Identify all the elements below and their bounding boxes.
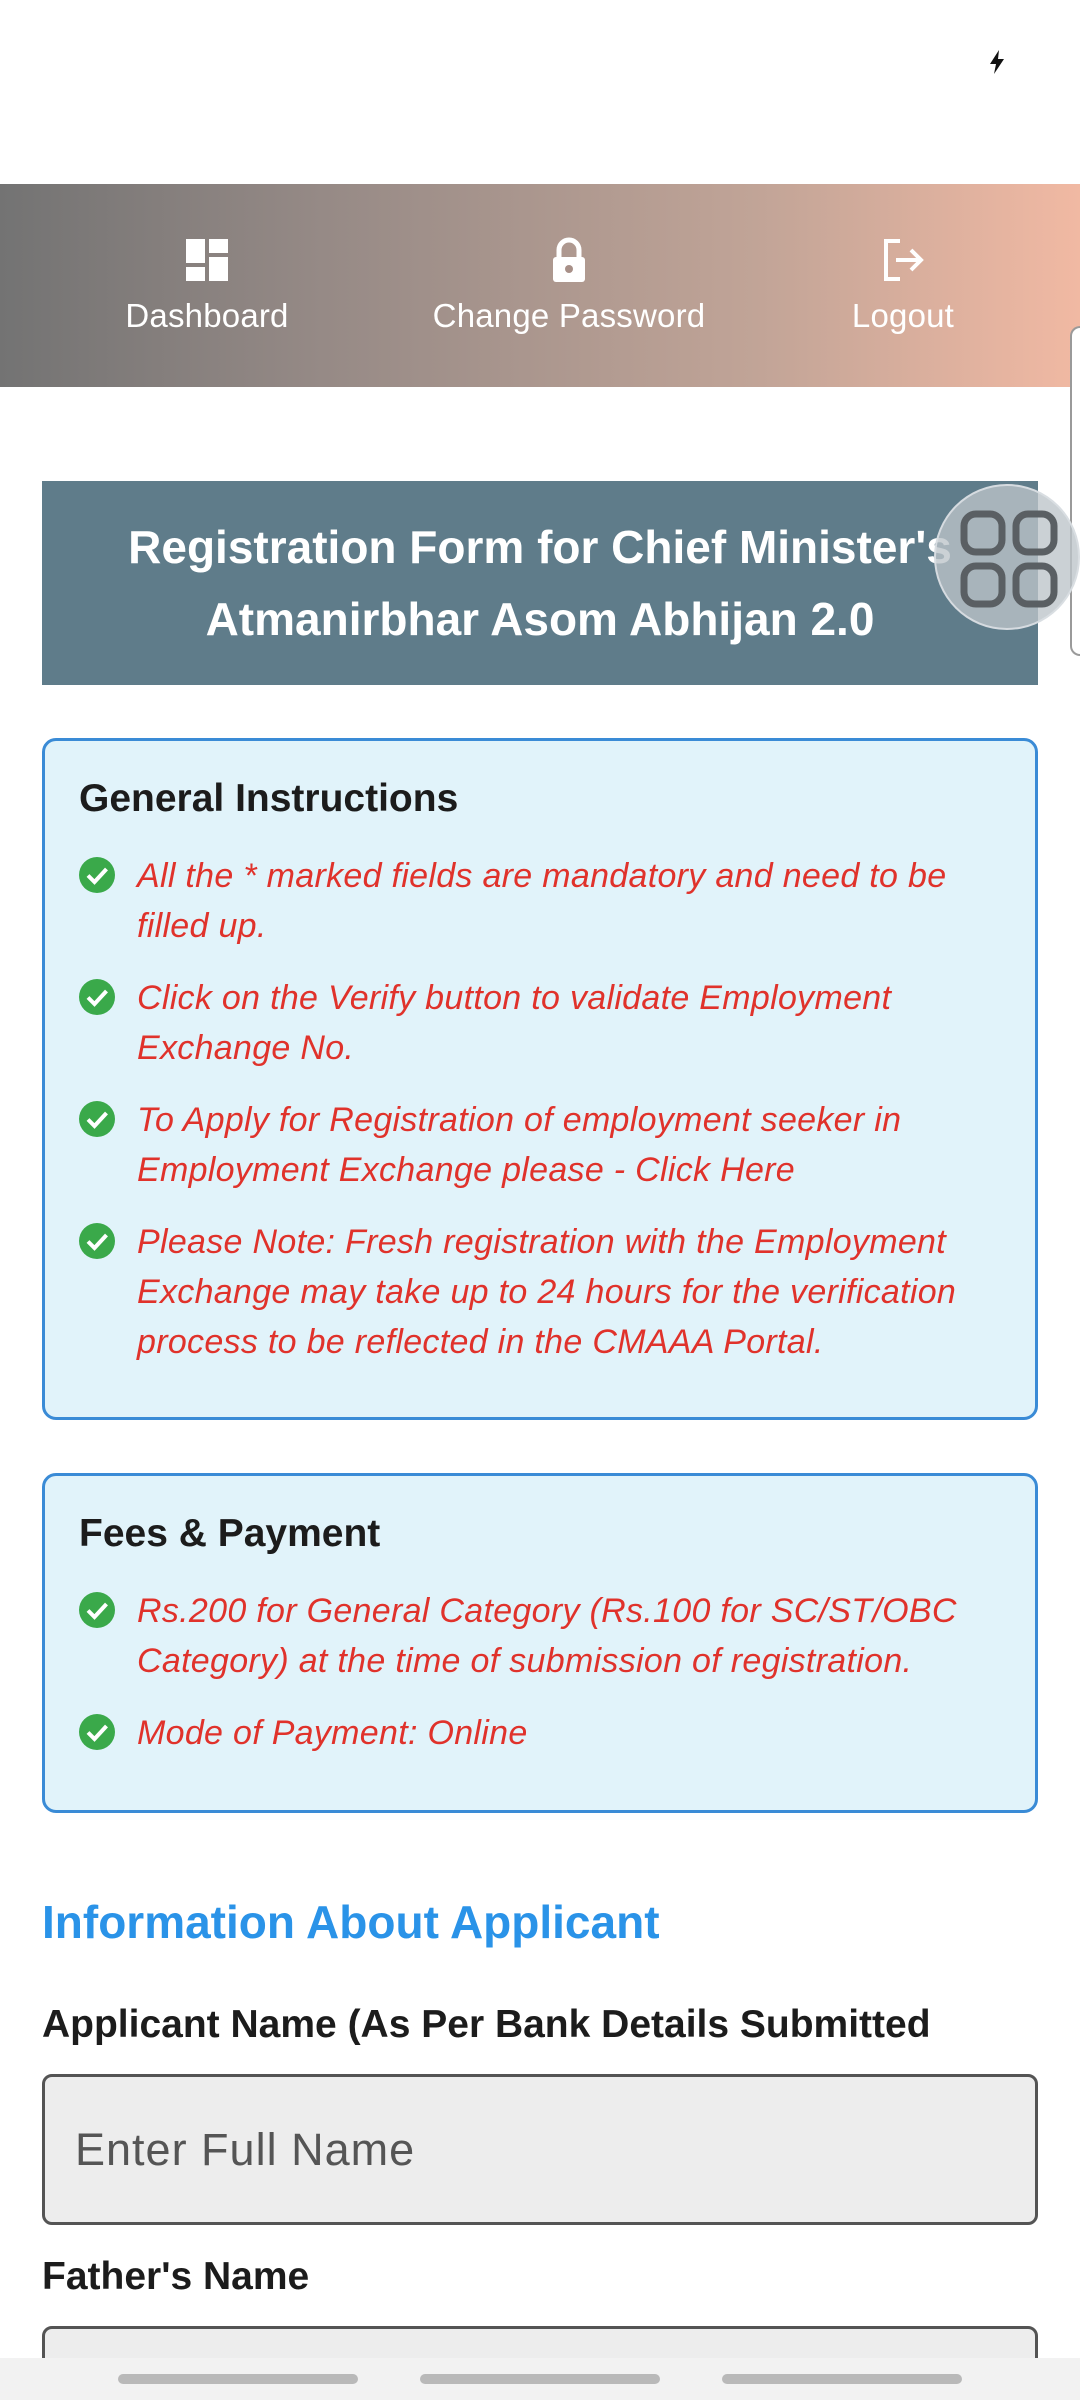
status-bar (0, 0, 1080, 184)
general-instructions-title: General Instructions (79, 777, 459, 820)
instruction-text: All the * marked fields are mandatory an… (137, 857, 947, 945)
instruction-item[interactable]: To Apply for Registration of employment … (79, 1095, 1001, 1195)
nav-dashboard[interactable]: Dashboard (90, 184, 324, 387)
nav-change-password[interactable]: Change Password (408, 184, 730, 387)
click-here-link[interactable]: To Apply for Registration of employment … (137, 1095, 1001, 1195)
applicant-name-label: Applicant Name (As Per Bank Details Subm… (42, 2003, 931, 2046)
check-circle-icon (79, 1101, 115, 1137)
lock-icon (553, 237, 585, 282)
nav-dashboard-label: Dashboard (125, 296, 289, 334)
edge-panel-handle[interactable] (1070, 326, 1080, 656)
applicant-name-input[interactable] (42, 2074, 1038, 2225)
nav-logout-label: Logout (851, 296, 955, 334)
dashboard-icon (186, 238, 228, 281)
instruction-text: Please Note: Fresh registration with the… (137, 1223, 957, 1361)
check-circle-icon (79, 857, 115, 893)
father-name-label: Father's Name (42, 2255, 310, 2298)
page-title: Registration Form for Chief Minister's A… (128, 521, 952, 645)
nav-back-handle[interactable] (722, 2374, 962, 2384)
nav-change-password-label: Change Password (432, 296, 706, 334)
instruction-item: Please Note: Fresh registration with the… (79, 1217, 1001, 1367)
check-circle-icon (79, 1592, 115, 1628)
floating-menu-button[interactable] (934, 484, 1080, 630)
fee-text: Rs.200 for General Category (Rs.100 for … (137, 1592, 957, 1680)
check-circle-icon (79, 1714, 115, 1750)
system-navigation-bar (0, 2358, 1080, 2400)
charging-bolt-icon (990, 50, 1004, 74)
instruction-item: All the * marked fields are mandatory an… (79, 851, 1001, 951)
nav-recents-handle[interactable] (118, 2374, 358, 2384)
form-title-banner: Registration Form for Chief Minister's A… (42, 481, 1038, 685)
check-circle-icon (79, 1223, 115, 1259)
check-circle-icon (79, 979, 115, 1015)
instruction-text: Click on the Verify button to validate E… (137, 979, 892, 1067)
grid-icon (960, 510, 1058, 608)
fee-item: Mode of Payment: Online (79, 1708, 1001, 1758)
fees-payment-card: Fees & Payment Rs.200 for General Catego… (42, 1473, 1038, 1813)
fee-text: Mode of Payment: Online (137, 1714, 528, 1752)
fee-item: Rs.200 for General Category (Rs.100 for … (79, 1586, 1001, 1686)
instruction-item: Click on the Verify button to validate E… (79, 973, 1001, 1073)
top-navigation-bar: Dashboard Change Password Logout (0, 184, 1080, 387)
fees-payment-title: Fees & Payment (79, 1512, 381, 1555)
general-instructions-card: General Instructions All the * marked fi… (42, 738, 1038, 1420)
logout-icon (884, 238, 924, 281)
nav-home-handle[interactable] (420, 2374, 660, 2384)
applicant-info-heading: Information About Applicant (42, 1896, 660, 1948)
nav-logout[interactable]: Logout (820, 184, 986, 387)
